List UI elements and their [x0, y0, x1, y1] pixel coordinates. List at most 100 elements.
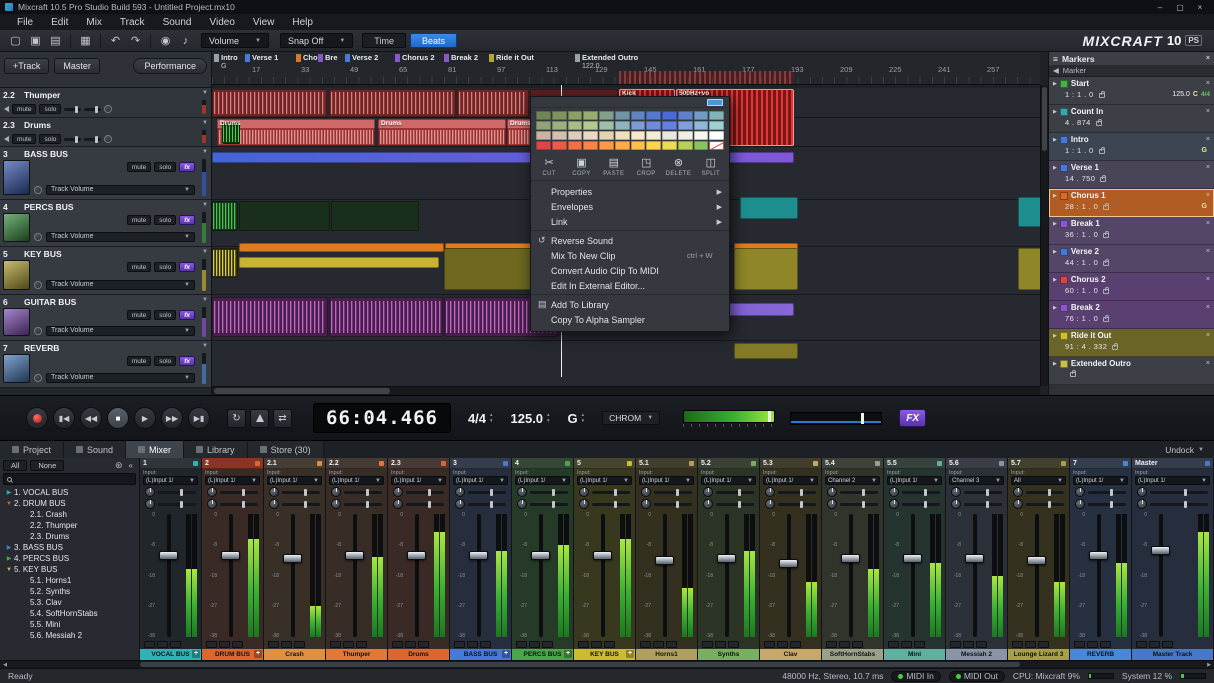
- lock-icon[interactable]: [1096, 121, 1102, 126]
- open-project-icon[interactable]: ▣: [26, 32, 45, 49]
- input-dropdown[interactable]: (L)Input 1/ ▼: [515, 476, 570, 485]
- pan-mini-slider[interactable]: [84, 108, 101, 111]
- marker-row[interactable]: ▶ Break 1 × 36 : 1 . 0: [1049, 217, 1214, 245]
- save-icon[interactable]: ▤: [46, 32, 65, 49]
- close-button[interactable]: ×: [1191, 1, 1209, 13]
- mute-button[interactable]: mute: [127, 162, 151, 172]
- channel-header[interactable]: 5.3: [760, 458, 821, 469]
- channel-mute-button[interactable]: [640, 641, 651, 648]
- tree-item[interactable]: 5.6. Messiah 2: [0, 630, 139, 641]
- eq-knob[interactable]: [1013, 487, 1023, 497]
- track-header[interactable]: 4 PERCS BUS mute solo mute: [0, 200, 211, 247]
- context-menu-item[interactable]: Edit In External Editor... ▶: [531, 278, 729, 295]
- eq-knob[interactable]: [703, 487, 713, 497]
- fx-button[interactable]: fx: [179, 262, 195, 272]
- slider-handle[interactable]: [861, 413, 864, 424]
- solo-button[interactable]: solo: [154, 215, 176, 225]
- marker-row[interactable]: ▶ Chorus 1 × 28 : 1 . 0 G: [1049, 189, 1214, 217]
- clip-action-button[interactable]: ⊗ DELETE: [662, 157, 694, 177]
- channel-fx-button[interactable]: [790, 641, 801, 648]
- pan-knob[interactable]: [1075, 499, 1085, 509]
- send-slider[interactable]: [592, 503, 630, 506]
- mixer-channel-strip[interactable]: Master Input: (L)Input 1/ ▼ 0-8-18-27-38: [1132, 458, 1214, 660]
- lock-icon[interactable]: [1103, 317, 1109, 322]
- audio-clip[interactable]: [734, 248, 798, 290]
- marker-delete-icon[interactable]: ×: [1206, 248, 1210, 255]
- channel-fx-button[interactable]: [1038, 641, 1049, 648]
- channel-header[interactable]: Master: [1132, 458, 1213, 469]
- channel-header[interactable]: 4: [512, 458, 573, 469]
- input-dropdown[interactable]: (L)Input 1/ ▼: [143, 476, 198, 485]
- fader-track[interactable]: [415, 514, 419, 637]
- automation-type-dropdown[interactable]: Volume▼: [201, 33, 269, 48]
- color-swatch[interactable]: [662, 111, 677, 120]
- eq-knob[interactable]: [1137, 487, 1147, 497]
- channel-solo-button[interactable]: [963, 641, 974, 648]
- send-slider[interactable]: [282, 491, 320, 494]
- pan-knob[interactable]: [145, 499, 155, 509]
- context-menu-item[interactable]: Convert Audio Clip To MIDI ▶: [531, 263, 729, 278]
- channel-name-strip[interactable]: Synths +: [698, 649, 759, 660]
- pan-knob[interactable]: [517, 499, 527, 509]
- channel-header[interactable]: 7: [1070, 458, 1131, 469]
- channel-solo-button[interactable]: [157, 641, 168, 648]
- channel-header[interactable]: 2: [202, 458, 263, 469]
- scroll-left-icon[interactable]: ◀: [0, 661, 10, 668]
- audio-clip[interactable]: [329, 297, 443, 337]
- pan-knob[interactable]: [827, 499, 837, 509]
- clip-action-button[interactable]: ▤ PASTE: [598, 157, 630, 177]
- color-swatch[interactable]: [568, 121, 583, 130]
- mixer-channel-strip[interactable]: 5.3 Input: (L)Input 1/ ▼ 0-8-18-27-38: [760, 458, 822, 660]
- play-button[interactable]: ▶: [134, 407, 156, 429]
- channel-fx-button[interactable]: [480, 641, 491, 648]
- send-slider[interactable]: [902, 503, 940, 506]
- channel-fx-button[interactable]: [542, 641, 553, 648]
- lock-icon[interactable]: [1103, 233, 1109, 238]
- tree-item[interactable]: 5.5. Mini: [0, 619, 139, 630]
- lock-icon[interactable]: [1099, 149, 1105, 154]
- fader-track[interactable]: [911, 514, 915, 637]
- solo-button[interactable]: solo: [154, 262, 176, 272]
- channel-mute-button[interactable]: [144, 641, 155, 648]
- send-slider[interactable]: [964, 491, 1002, 494]
- channel-mute-button[interactable]: [950, 641, 961, 648]
- context-menu-item[interactable]: ↺ Reverse Sound ▶: [531, 233, 729, 248]
- fader-handle[interactable]: [469, 551, 488, 560]
- channel-name-strip[interactable]: DRUM BUS +: [202, 649, 263, 660]
- mute-button[interactable]: mute: [127, 215, 151, 225]
- audio-clip[interactable]: [734, 343, 798, 359]
- input-dropdown[interactable]: (L)Input 1/ ▼: [887, 476, 942, 485]
- pan-knob[interactable]: [703, 499, 713, 509]
- marker-row[interactable]: ▶ Count In × 4 . 874: [1049, 105, 1214, 133]
- send-slider[interactable]: [840, 503, 878, 506]
- pan-knob[interactable]: [1137, 499, 1147, 509]
- send-slider[interactable]: [592, 491, 630, 494]
- timeline-vertical-scrollbar[interactable]: [1040, 85, 1048, 386]
- channel-header[interactable]: 1: [140, 458, 201, 469]
- section-marker[interactable]: Intro G: [214, 53, 238, 62]
- menu-item[interactable]: File: [8, 14, 42, 30]
- loop-button[interactable]: ↻: [227, 409, 246, 428]
- fader-handle[interactable]: [407, 551, 426, 560]
- eq-knob[interactable]: [145, 487, 155, 497]
- send-slider[interactable]: [778, 491, 816, 494]
- channel-name-strip[interactable]: Drums +: [388, 649, 449, 660]
- channel-fx-button[interactable]: [232, 641, 243, 648]
- color-swatch[interactable]: [552, 141, 567, 150]
- color-swatch[interactable]: [662, 131, 677, 140]
- arm-button[interactable]: [34, 233, 42, 241]
- channel-name-strip[interactable]: REVERB +: [1070, 649, 1131, 660]
- input-dropdown[interactable]: (L)Input 1/ ▼: [1135, 476, 1210, 485]
- pan-mini-slider[interactable]: [84, 138, 101, 141]
- automation-param-dropdown[interactable]: Track Volume ▼: [46, 185, 195, 195]
- mixer-channel-strip[interactable]: 3 Input: (L)Input 1/ ▼ 0-8-18-27-38: [450, 458, 512, 660]
- channel-solo-button[interactable]: [281, 641, 292, 648]
- marker-delete-icon[interactable]: ×: [1206, 276, 1210, 283]
- fx-button[interactable]: fx: [179, 162, 195, 172]
- close-icon[interactable]: ×: [1206, 55, 1210, 62]
- marker-row[interactable]: ▶ Verse 1 × 14 . 750: [1049, 161, 1214, 189]
- tree-item[interactable]: ▶ 4. PERCS BUS: [0, 553, 139, 564]
- fader-handle[interactable]: [717, 554, 736, 563]
- automation-param-dropdown[interactable]: Track Volume ▼: [46, 373, 195, 383]
- color-swatch[interactable]: [662, 141, 677, 150]
